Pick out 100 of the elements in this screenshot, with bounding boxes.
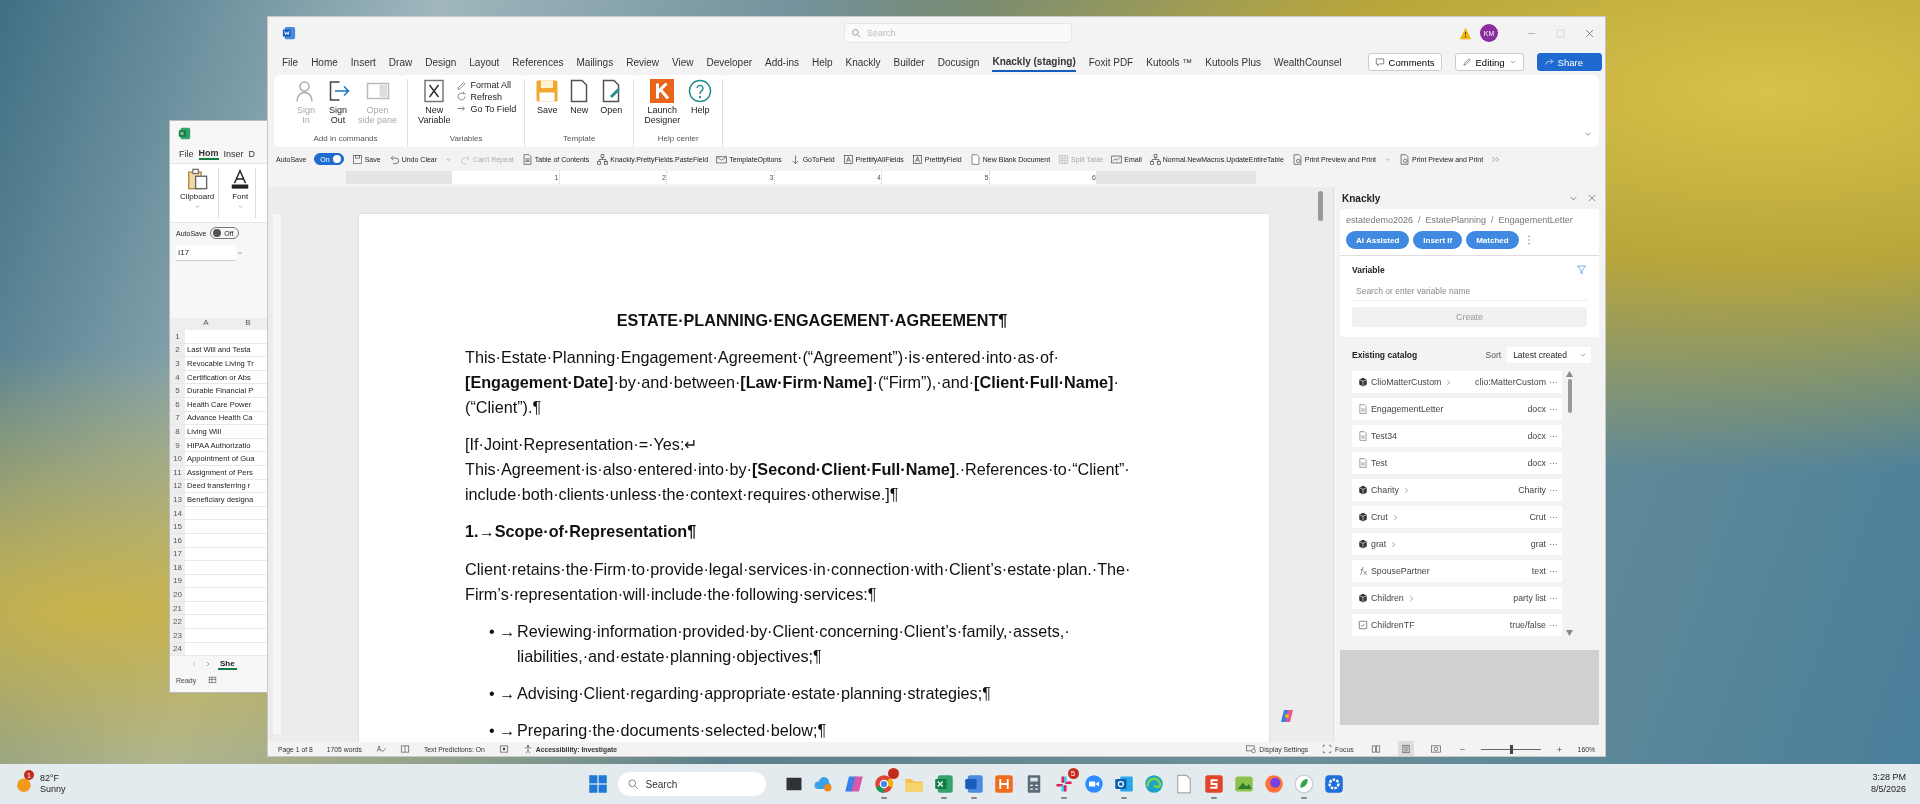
- scrollbar[interactable]: [1565, 371, 1574, 636]
- ribbon-button[interactable]: Sign Out: [324, 79, 352, 132]
- leaf-app-icon[interactable]: [1293, 774, 1314, 794]
- toolbar-button[interactable]: AI Assisted: [1346, 231, 1410, 249]
- ribbon-button[interactable]: New: [565, 79, 594, 132]
- catalog-item[interactable]: EngagementLetter docx: [1352, 398, 1562, 420]
- ribbon-button[interactable]: Help: [686, 79, 715, 132]
- catalog-item[interactable]: Test docx: [1352, 452, 1562, 474]
- menu-tab[interactable]: Knackly (staging): [992, 52, 1076, 72]
- gear-icon[interactable]: [1323, 774, 1344, 794]
- ribbon-button[interactable]: Launch Designer: [642, 79, 683, 132]
- group-label: Clipboard: [180, 192, 215, 201]
- comments-button[interactable]: Comments: [1367, 53, 1442, 71]
- letter-h-app-icon[interactable]: [993, 774, 1014, 794]
- toolbar-button[interactable]: Insert If: [1413, 231, 1463, 249]
- catalog-item[interactable]: Crut Crut: [1352, 506, 1562, 528]
- menu-tab[interactable]: Developer: [706, 53, 753, 71]
- cloud-app-icon[interactable]: [813, 774, 834, 794]
- clipboard-icon[interactable]: [186, 168, 209, 190]
- weather-icon[interactable]: [16, 775, 34, 793]
- chevron-down-icon[interactable]: [193, 203, 201, 210]
- copilot-icon[interactable]: [843, 774, 864, 794]
- menu-tab[interactable]: Layout: [469, 53, 500, 71]
- ribbon-tab[interactable]: Hom: [198, 148, 219, 160]
- menu-tab[interactable]: Builder: [893, 53, 925, 71]
- ribbon-tab[interactable]: File: [179, 149, 194, 159]
- scrollbar[interactable]: [1318, 191, 1323, 221]
- word-logo-icon[interactable]: [963, 774, 984, 794]
- menu-tab[interactable]: Add-ins: [765, 53, 799, 71]
- s-app-icon[interactable]: [1203, 774, 1224, 794]
- copilot-icon[interactable]: [1279, 708, 1295, 724]
- menu-tab[interactable]: WealthCounsel: [1273, 53, 1342, 71]
- proofing-icon[interactable]: [375, 744, 386, 754]
- close-icon[interactable]: [1584, 27, 1595, 39]
- menu-tab[interactable]: View: [671, 53, 694, 71]
- chevron-down-icon[interactable]: [236, 249, 244, 257]
- ribbon-button[interactable]: New Variable: [416, 79, 453, 132]
- excel-logo-icon[interactable]: [933, 774, 954, 794]
- menu-tab[interactable]: Design: [425, 53, 457, 71]
- share-button[interactable]: Share: [1536, 53, 1602, 71]
- filter-icon[interactable]: [1576, 264, 1587, 275]
- scroll-up-icon[interactable]: [1566, 371, 1573, 377]
- menu-tab[interactable]: Foxit PDF: [1088, 53, 1134, 71]
- search-field[interactable]: Search: [617, 772, 766, 796]
- warning-icon[interactable]: [1459, 26, 1472, 40]
- ribbon-button[interactable]: Save: [533, 79, 562, 132]
- menu-tab[interactable]: File: [282, 53, 299, 71]
- fox-browser-icon[interactable]: [1263, 774, 1284, 794]
- menu-tab[interactable]: Insert: [350, 53, 376, 71]
- browser-icon[interactable]: [873, 774, 894, 794]
- browser-wave-icon[interactable]: [1143, 774, 1164, 794]
- ribbon-tab[interactable]: D: [248, 149, 256, 159]
- catalog-item[interactable]: Test34 docx: [1352, 425, 1562, 447]
- letter-box-icon: [842, 153, 854, 165]
- sort-dropdown[interactable]: Latest created: [1507, 347, 1591, 363]
- paragraph-text: This·Estate·Planning·Engagement·Agreement·(“Agreement”)·is·entered·into·as·of· [Engagement·Date]·by·and·between·[Law·Firm·Name]·(“Firm”),·and·[Client·Full·Name]· (“Client”).¶: [465, 347, 1120, 418]
- menu-tab[interactable]: Home: [311, 53, 338, 71]
- menu-tab[interactable]: Mailings: [576, 53, 614, 71]
- menu-tab[interactable]: Help: [811, 53, 833, 71]
- image-app-icon[interactable]: [1233, 774, 1254, 794]
- scroll-down-icon[interactable]: [1566, 630, 1573, 636]
- focus-read-icon[interactable]: [399, 744, 410, 754]
- sheet-tab[interactable]: She: [218, 658, 237, 670]
- macro-icon[interactable]: [498, 744, 509, 754]
- double-chevron-icon[interactable]: [1491, 154, 1501, 164]
- ribbon-button[interactable]: Open: [597, 79, 626, 132]
- menu-tab[interactable]: Review: [626, 53, 659, 71]
- notification-badge: 5: [1067, 768, 1079, 779]
- video-app-icon[interactable]: [1083, 774, 1104, 794]
- catalog-item[interactable]: SpousePartner text: [1352, 560, 1562, 582]
- ribbon-button[interactable]: Go To Field: [456, 103, 517, 114]
- menu-tab[interactable]: Docusign: [937, 53, 980, 71]
- ribbon-tab[interactable]: Inser: [223, 149, 244, 159]
- menu-tab[interactable]: Kutools ™: [1146, 53, 1193, 71]
- start-icon[interactable]: [587, 774, 608, 794]
- item-name: Charity: [1371, 485, 1399, 495]
- toolbar-button[interactable]: Matched: [1466, 231, 1519, 249]
- catalog-item[interactable]: Charity Charity: [1352, 479, 1562, 501]
- catalog-item[interactable]: Children party list: [1352, 587, 1562, 609]
- chevron-down-icon[interactable]: [1384, 155, 1391, 163]
- catalog-item[interactable]: grat grat: [1352, 533, 1562, 555]
- menu-tab[interactable]: Knackly: [845, 53, 881, 71]
- chevron-down-icon[interactable]: [445, 155, 453, 163]
- close-icon[interactable]: [1587, 193, 1597, 203]
- item-type: clio:MatterCustom: [1475, 377, 1546, 387]
- ribbon-button[interactable]: Refresh: [456, 91, 517, 102]
- editing-button[interactable]: Editing: [1454, 53, 1524, 71]
- chevron-right-icon[interactable]: [204, 660, 212, 669]
- catalog-item[interactable]: ChildrenTF true/false: [1352, 614, 1562, 636]
- menu-tab[interactable]: References: [512, 53, 564, 71]
- name-box[interactable]: I17: [176, 245, 236, 261]
- menu-tab[interactable]: Kutools Plus: [1205, 53, 1261, 71]
- zoom-in-icon[interactable]: [1554, 744, 1564, 754]
- zoom-thumb[interactable]: [1510, 744, 1514, 754]
- chevron-down-icon[interactable]: [236, 203, 244, 210]
- ribbon-button[interactable]: Format All: [456, 79, 517, 90]
- excel-logo-icon: [178, 126, 191, 140]
- menu-tab[interactable]: Draw: [388, 53, 413, 71]
- catalog-item[interactable]: ClioMatterCustom clio:MatterCustom: [1352, 371, 1562, 393]
- mail-app-icon[interactable]: [1113, 774, 1134, 794]
